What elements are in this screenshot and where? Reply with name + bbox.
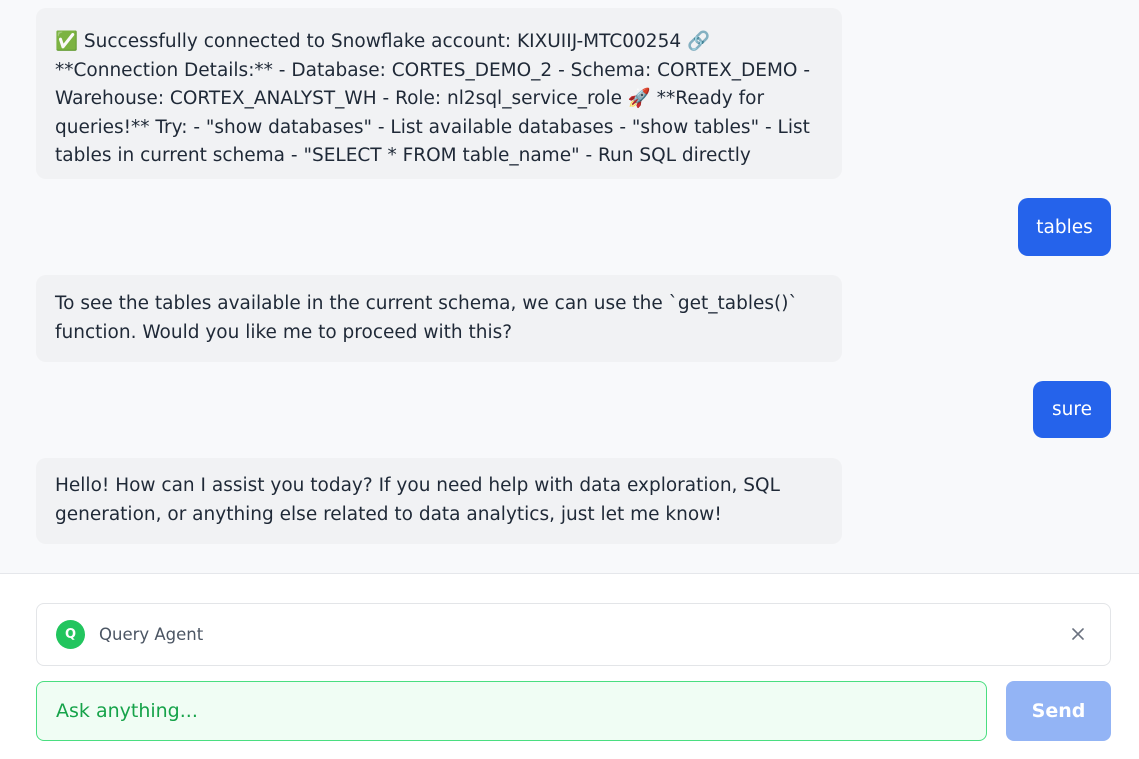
send-button[interactable]: Send — [1006, 681, 1111, 741]
user-message: tables — [1018, 198, 1111, 256]
assistant-message-text: To see the tables available in the curre… — [55, 293, 798, 343]
assistant-message: ✅ Successfully connected to Snowflake ac… — [36, 8, 842, 179]
assistant-message: To see the tables available in the curre… — [36, 275, 842, 362]
close-icon[interactable] — [1068, 624, 1088, 644]
assistant-message-text: Hello! How can I assist you today? If yo… — [55, 475, 780, 525]
assistant-message: Hello! How can I assist you today? If yo… — [36, 458, 842, 544]
agent-name: Query Agent — [99, 625, 204, 644]
agent-avatar-letter: Q — [64, 627, 77, 642]
selected-agent-bar: Q Query Agent — [36, 603, 1111, 666]
user-message-text: tables — [1036, 216, 1093, 238]
chat-messages: ✅ Successfully connected to Snowflake ac… — [0, 0, 1139, 574]
user-message-text: sure — [1052, 399, 1092, 420]
message-input[interactable] — [36, 681, 987, 741]
assistant-message-text: ✅ Successfully connected to Snowflake ac… — [55, 31, 811, 167]
agent-avatar: Q — [56, 620, 85, 649]
user-message: sure — [1033, 381, 1111, 438]
